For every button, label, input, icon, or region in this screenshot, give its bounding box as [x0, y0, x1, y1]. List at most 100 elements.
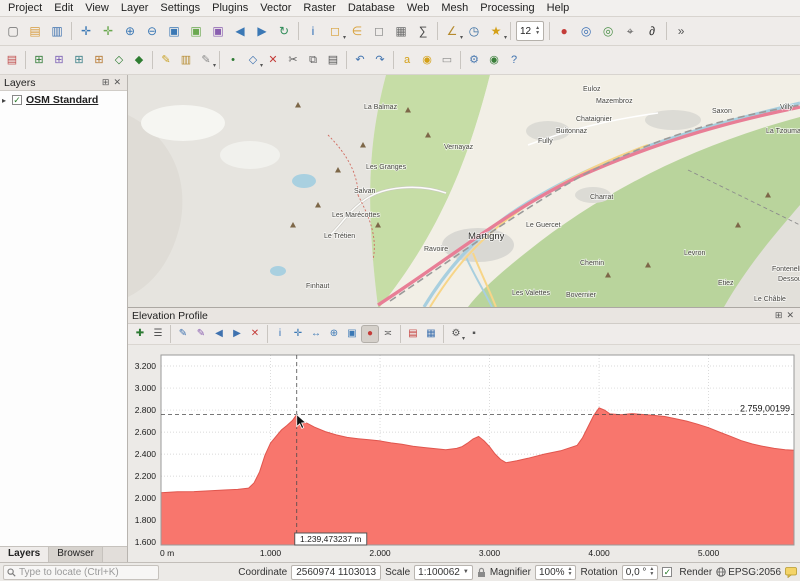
- paste-features-button[interactable]: ▤: [323, 50, 343, 70]
- menu-mesh[interactable]: Mesh: [435, 1, 474, 15]
- new-bookmark-button[interactable]: ★▾: [485, 20, 507, 42]
- panel-tab-layers[interactable]: Layers: [0, 547, 49, 562]
- capture-curve-button[interactable]: ✎: [174, 325, 192, 343]
- zoom-x-axis-button[interactable]: ↔: [307, 325, 325, 343]
- select-features-button[interactable]: ◻▾: [324, 20, 346, 42]
- magnifier-spinner[interactable]: 100% ▲▼: [535, 565, 577, 580]
- zoom-last-button[interactable]: ◀: [229, 20, 251, 42]
- refresh-map-button[interactable]: ↻: [273, 20, 295, 42]
- show-layer-tree-button[interactable]: ☰: [149, 325, 167, 343]
- menu-database[interactable]: Database: [342, 1, 401, 15]
- menu-edit[interactable]: Edit: [48, 1, 79, 15]
- rotation-spinner[interactable]: 0,0 ° ▲▼: [622, 565, 659, 580]
- data-source-manager-button[interactable]: ▤: [2, 50, 22, 70]
- menu-plugins[interactable]: Plugins: [206, 1, 254, 15]
- identify-features-button[interactable]: i: [302, 20, 324, 42]
- osm-place-search-button[interactable]: ●: [553, 20, 575, 42]
- menu-processing[interactable]: Processing: [474, 1, 540, 15]
- vertex-tool-button[interactable]: ◇▾: [243, 50, 263, 70]
- render-checkbox-box[interactable]: [662, 567, 672, 577]
- redo-button[interactable]: ↷: [370, 50, 390, 70]
- pan-profile-button[interactable]: ✛: [289, 325, 307, 343]
- current-edits-button[interactable]: ✎▾: [196, 50, 216, 70]
- render-checkbox[interactable]: Render: [662, 567, 712, 578]
- undo-button[interactable]: ↶: [350, 50, 370, 70]
- zoom-to-selection-button[interactable]: ▣: [185, 20, 207, 42]
- zoom-in-button[interactable]: ⊕: [119, 20, 141, 42]
- locate-input[interactable]: Type to locate (Ctrl+K): [3, 565, 159, 580]
- search-layers-button[interactable]: ⌖: [619, 20, 641, 42]
- save-layer-edits-button[interactable]: ▥: [176, 50, 196, 70]
- menu-vector[interactable]: Vector: [254, 1, 297, 15]
- messages-icon[interactable]: [785, 567, 797, 578]
- python-console-button[interactable]: ◉: [484, 50, 504, 70]
- temporal-controller-button[interactable]: ◷: [463, 20, 485, 42]
- layer-diagram-button[interactable]: ◉: [417, 50, 437, 70]
- menu-layer[interactable]: Layer: [115, 1, 155, 15]
- elevation-chart[interactable]: 1.6001.8002.0002.2002.4002.6002.8003.000…: [128, 345, 800, 564]
- project-open-button[interactable]: ▤: [24, 20, 46, 42]
- quickmapservices-button[interactable]: ◎: [575, 20, 597, 42]
- menu-project[interactable]: Project: [2, 1, 48, 15]
- crs-button[interactable]: EPSG:2056: [716, 567, 781, 578]
- export-as-pdf-button[interactable]: ▤: [404, 325, 422, 343]
- profile-panel-float-button[interactable]: ⊞: [773, 310, 785, 321]
- add-feature-button[interactable]: •: [223, 50, 243, 70]
- processing-toolbox-button[interactable]: ⚙: [464, 50, 484, 70]
- field-calculator-button[interactable]: ∑: [412, 20, 434, 42]
- nudge-left-button[interactable]: ◀: [210, 325, 228, 343]
- zoom-full-profile-button[interactable]: ▣: [343, 325, 361, 343]
- pan-to-selection-button[interactable]: ✛: [97, 20, 119, 42]
- lock-scale-icon[interactable]: [477, 567, 486, 578]
- profile-tool-button[interactable]: ∂: [641, 20, 663, 42]
- toolbar-overflow-button[interactable]: »: [670, 20, 692, 42]
- map-tips-button[interactable]: ▭: [437, 50, 457, 70]
- enable-snapping-button[interactable]: ●: [361, 325, 379, 343]
- identify-features-button[interactable]: i: [271, 325, 289, 343]
- measure-line-button[interactable]: ∠▾: [441, 20, 463, 42]
- select-by-expression-button[interactable]: ∈: [346, 20, 368, 42]
- add-layers-button[interactable]: ✚: [131, 325, 149, 343]
- map-canvas[interactable]: La BalmazVernayazLes GrangesSalvanLes Ma…: [128, 75, 800, 307]
- capture-curve-from-feature-button[interactable]: ✎: [192, 325, 210, 343]
- open-attribute-table-button[interactable]: ▦: [390, 20, 412, 42]
- add-vector-layer-button[interactable]: ⊞: [29, 50, 49, 70]
- zoom-out-button[interactable]: ⊖: [141, 20, 163, 42]
- layer-item[interactable]: ▸ OSM Standard: [0, 91, 127, 109]
- project-save-button[interactable]: ▥: [46, 20, 68, 42]
- layers-panel-close-button[interactable]: ✕: [111, 77, 123, 88]
- menu-help[interactable]: Help: [541, 1, 576, 15]
- panel-tab-browser[interactable]: Browser: [49, 547, 103, 562]
- measure-distances-button[interactable]: ≍: [379, 325, 397, 343]
- add-raster-layer-button[interactable]: ⊞: [49, 50, 69, 70]
- menu-view[interactable]: View: [79, 1, 115, 15]
- zoom-level-spinbox[interactable]: 12▲▼: [516, 21, 544, 41]
- scale-combo[interactable]: 1:100062 ▼: [414, 565, 473, 580]
- menu-raster[interactable]: Raster: [297, 1, 341, 15]
- spinner-arrows-icon[interactable]: ▲▼: [535, 26, 540, 37]
- zoom-next-button[interactable]: ▶: [251, 20, 273, 42]
- pan-map-button[interactable]: ✛: [75, 20, 97, 42]
- expander-icon[interactable]: ▸: [2, 96, 12, 105]
- menu-settings[interactable]: Settings: [154, 1, 206, 15]
- layers-panel-float-button[interactable]: ⊞: [100, 77, 112, 88]
- copy-features-button[interactable]: ⧉: [303, 50, 323, 70]
- deselect-features-button[interactable]: ◻: [368, 20, 390, 42]
- layer-name[interactable]: OSM Standard: [26, 94, 98, 106]
- toggle-editing-button[interactable]: ✎: [156, 50, 176, 70]
- nudge-right-button[interactable]: ▶: [228, 325, 246, 343]
- lock-axis-scales-button[interactable]: ▪: [465, 325, 483, 343]
- layer-labeling-button[interactable]: a: [397, 50, 417, 70]
- project-new-button[interactable]: ▢: [2, 20, 24, 42]
- menu-web[interactable]: Web: [401, 1, 435, 15]
- profile-settings-button[interactable]: ⚙▾: [447, 325, 465, 343]
- layer-visibility-checkbox[interactable]: [12, 95, 22, 105]
- zoom-to-layer-button[interactable]: ▣: [207, 20, 229, 42]
- coordinate-input[interactable]: 2560974 1103013: [291, 565, 381, 580]
- new-shapefile-layer-button[interactable]: ◇: [109, 50, 129, 70]
- zoom-profile-button[interactable]: ⊕: [325, 325, 343, 343]
- help-contents-button[interactable]: ?: [504, 50, 524, 70]
- elevation-chart-area[interactable]: 1.6001.8002.0002.2002.4002.6002.8003.000…: [128, 345, 800, 567]
- delete-selected-button[interactable]: ✕: [263, 50, 283, 70]
- quickosm-button[interactable]: ◎: [597, 20, 619, 42]
